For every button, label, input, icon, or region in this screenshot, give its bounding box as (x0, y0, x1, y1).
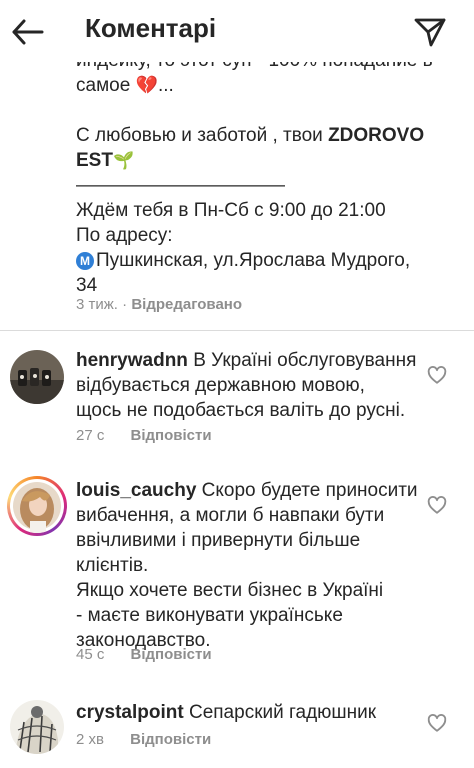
avatar[interactable] (10, 350, 64, 404)
comment-time: 2 хв (76, 731, 104, 748)
page-title: Коментарі (85, 13, 217, 43)
top-bar: Коментарі (0, 0, 474, 62)
comment-item: louis_cauchy Скоро будете приносити виба… (76, 480, 418, 651)
caption-signature: С любовью и заботой , твои ZDOROVO (76, 125, 425, 146)
heart-icon[interactable] (426, 364, 448, 386)
seedling-icon: 🌱 (112, 151, 135, 170)
caption-time: 3 тиж. (76, 296, 118, 313)
comment-time: 27 с (76, 427, 105, 444)
brand-name: ZDOROVO (328, 125, 425, 146)
comment-item: henrywadnn В Україні обслуговування відб… (76, 350, 417, 421)
caption-address-label: По адресу: (76, 225, 173, 246)
comment-meta: 45 с Відповісти (76, 646, 212, 663)
comment-time: 45 с (76, 646, 105, 663)
post-caption: индейку, то этот суп - 100% попадание в … (76, 48, 446, 298)
comment-item: crystalpoint Сепарский гадюшник (76, 702, 377, 723)
comment-username[interactable]: louis_cauchy (76, 480, 196, 501)
reply-button[interactable]: Відповісти (131, 427, 212, 444)
reply-button[interactable]: Відповісти (130, 731, 211, 748)
metro-icon: М (76, 252, 94, 270)
caption-line: самое 💔... (76, 75, 174, 96)
comment-meta: 27 с Відповісти (76, 427, 212, 444)
broken-heart-icon: 💔 (135, 75, 158, 95)
reply-button[interactable]: Відповісти (131, 646, 212, 663)
avatar[interactable] (10, 700, 64, 754)
edited-label: Відредаговано (131, 296, 243, 313)
comment-username[interactable]: henrywadnn (76, 350, 188, 371)
caption-brand-line: EST🌱 (76, 150, 135, 171)
arrow-left-icon[interactable] (10, 14, 46, 50)
comment-username[interactable]: crystalpoint (76, 702, 184, 723)
caption-separator: ——————————— (76, 175, 285, 196)
caption-meta: 3 тиж. · Відредаговано (76, 296, 243, 313)
heart-icon[interactable] (426, 494, 448, 516)
caption-divider (0, 330, 474, 331)
caption-address-number: 34 (76, 275, 98, 296)
heart-icon[interactable] (426, 712, 448, 734)
caption-address: М Пушкинская, ул.Ярослава Мудрого, (76, 248, 446, 273)
paper-plane-icon[interactable] (412, 14, 448, 50)
caption-hours: Ждём тебя в Пн-Сб с 9:00 до 21:00 (76, 200, 386, 221)
avatar[interactable] (10, 479, 64, 533)
comment-meta: 2 хв Відповісти (76, 731, 211, 748)
